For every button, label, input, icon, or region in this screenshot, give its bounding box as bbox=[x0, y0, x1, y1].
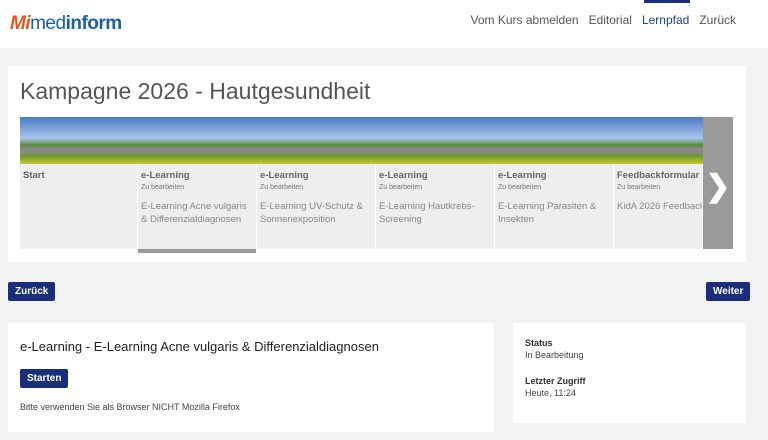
tile-status: Zu bearbeiten bbox=[141, 184, 185, 191]
tile-start[interactable]: Start bbox=[20, 164, 138, 249]
tile-type: e-Learning bbox=[379, 170, 428, 181]
medinform-logo[interactable]: Mimedinform bbox=[10, 13, 122, 35]
active-nav-indicator bbox=[644, 0, 690, 3]
tile-status: Zu bearbeiten bbox=[260, 184, 304, 191]
tile-status: Zu bearbeiten bbox=[617, 184, 661, 191]
tile-name: E-Learning Parasiten & Insekten bbox=[498, 201, 597, 225]
tile-status: Zu bearbeiten bbox=[498, 184, 542, 191]
status-label: Status bbox=[525, 338, 553, 348]
status-value: In Bearbeitung bbox=[525, 350, 584, 360]
tile-type: Start bbox=[23, 170, 45, 181]
tile-status: Zu bearbeiten bbox=[379, 184, 423, 191]
learning-path-banner bbox=[20, 117, 733, 164]
page-title: Kampagne 2026 - Hautgesundheit bbox=[20, 78, 371, 104]
learning-path-tiles: Start e-Learning Zu bearbeiten E-Learning … bbox=[20, 164, 703, 253]
tile-name: KidA 2026 Feedback bbox=[617, 201, 703, 212]
chevron-right-icon[interactable]: ❯ bbox=[703, 117, 733, 249]
browser-note: Bitte verwenden Sie als Browser NICHT Mo… bbox=[20, 402, 240, 412]
tile-type: e-Learning bbox=[260, 170, 309, 181]
tile-name: E-Learning UV-Schutz & Sonnenexposition bbox=[260, 201, 363, 225]
tile-type: e-Learning bbox=[498, 170, 547, 181]
last-access-label: Letzter Zugriff bbox=[525, 376, 586, 386]
tile-acne[interactable]: e-Learning Zu bearbeiten E-Learning Acne v… bbox=[138, 164, 257, 253]
next-button[interactable]: Weiter bbox=[706, 282, 751, 301]
module-title: e-Learning - E-Learning Acne vulgaris & … bbox=[20, 339, 379, 354]
tile-name: E-Learning Hautkrebs-Screening bbox=[379, 201, 475, 225]
tile-type: Feedbackformular bbox=[617, 170, 700, 181]
tile-parasiten[interactable]: e-Learning Zu bearbeiten E-Learning Parasi… bbox=[495, 164, 614, 249]
tile-feedback[interactable]: Feedbackformular Zu bearbeiten KidA 2026 F… bbox=[614, 164, 703, 249]
nav-lernpfad[interactable]: Lernpfad bbox=[642, 13, 689, 27]
tile-type: e-Learning bbox=[141, 170, 190, 181]
nav-unenroll[interactable]: Vom Kurs abmelden bbox=[471, 13, 579, 27]
last-access-value: Heute, 11:24 bbox=[525, 388, 576, 398]
tile-uv[interactable]: e-Learning Zu bearbeiten E-Learning UV-Sch… bbox=[257, 164, 376, 249]
tile-hautkrebs[interactable]: e-Learning Zu bearbeiten E-Learning Hautkr… bbox=[376, 164, 495, 249]
back-button[interactable]: Zurück bbox=[8, 282, 56, 301]
nav-back[interactable]: Zurück bbox=[699, 13, 736, 27]
nav-editorial[interactable]: Editorial bbox=[589, 13, 632, 27]
top-nav: Vom Kurs abmelden Editorial Lernpfad Zur… bbox=[471, 13, 736, 27]
header: Mimedinform Vom Kurs abmelden Editorial … bbox=[0, 0, 768, 48]
start-button[interactable]: Starten bbox=[20, 369, 69, 388]
tile-name: E-Learning Acne vulgaris & Differenziald… bbox=[141, 201, 247, 225]
